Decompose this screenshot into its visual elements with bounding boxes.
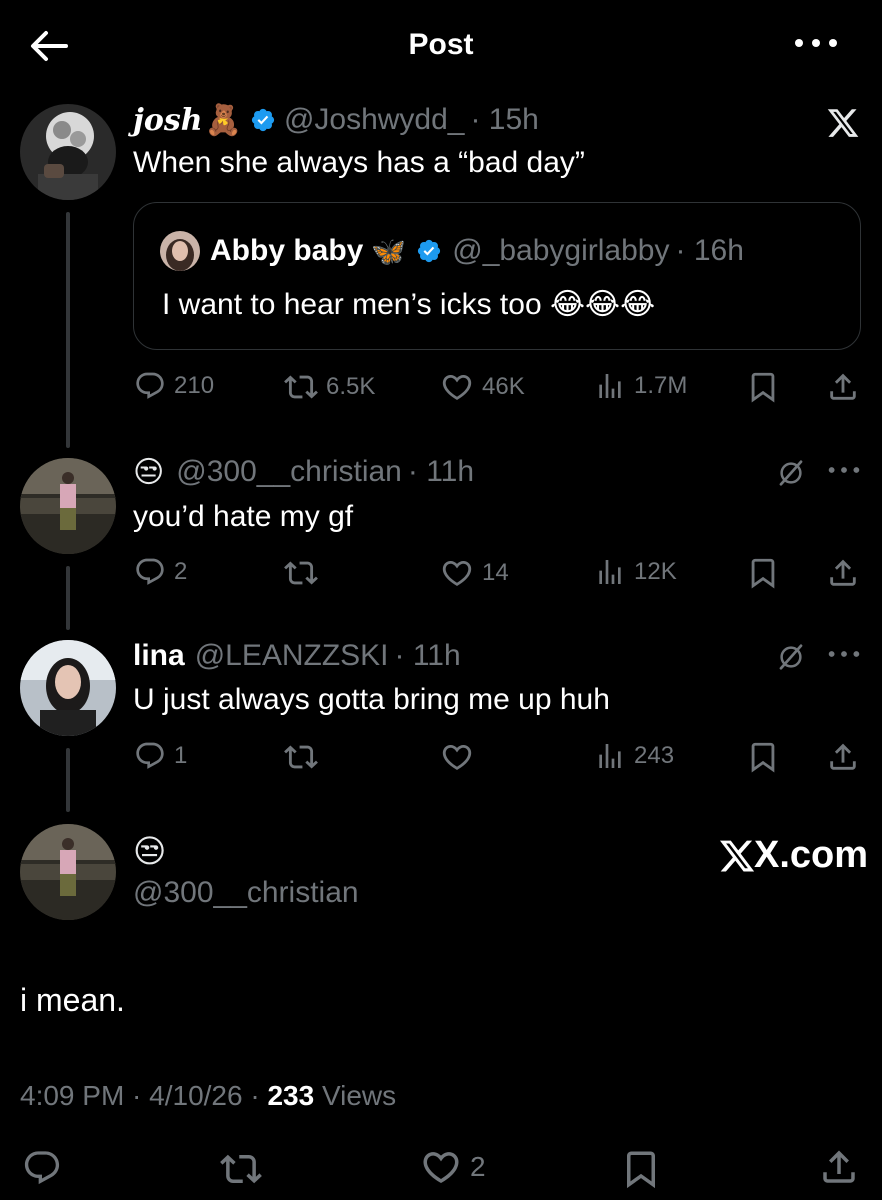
top-header: Post <box>0 0 882 90</box>
repost-icon <box>284 556 318 590</box>
views-count: 1.7M <box>634 372 688 399</box>
focused-name-emoji: 😒 <box>133 833 167 869</box>
name-emoji: 😒 <box>133 455 165 489</box>
avatar-300-christian[interactable] <box>20 824 116 920</box>
thread-connector <box>66 212 70 448</box>
focused-text: i mean. <box>20 982 125 1018</box>
reply-button[interactable]: 1 <box>134 740 187 772</box>
views-number: 233 <box>267 1080 315 1111</box>
bookmark-icon[interactable] <box>620 1148 662 1190</box>
quote-header: Abby baby 🦋 @_babygirlabby · 16h <box>210 231 744 271</box>
quote-avatar[interactable] <box>160 231 200 271</box>
reply-count: 1 <box>174 742 188 769</box>
views-icon <box>594 370 626 402</box>
bookmark-icon[interactable] <box>746 370 780 404</box>
avatar-lina[interactable] <box>20 640 116 736</box>
reply-count: 2 <box>174 558 188 585</box>
heart-icon <box>440 556 474 590</box>
heart-icon <box>440 370 474 404</box>
reply-icon <box>134 556 166 588</box>
like-button[interactable]: 2 <box>420 1146 486 1188</box>
quote-name-emoji: 🦋 <box>371 235 407 267</box>
repost-icon <box>284 740 318 774</box>
repost-icon[interactable] <box>220 1148 262 1190</box>
post-timestamp: 4:09 PM · 4/10/26 · <box>20 1080 260 1111</box>
quote-time: · 16h <box>675 234 744 267</box>
quoted-post[interactable]: Abby baby 🦋 @_babygirlabby · 16h I want … <box>133 202 861 350</box>
bookmark-icon[interactable] <box>746 740 780 774</box>
more-icon[interactable] <box>828 650 860 658</box>
reply1-header: 😒 @300__christian · 11h <box>133 452 474 492</box>
views-label: Views <box>321 1080 397 1111</box>
share-icon[interactable] <box>826 740 860 774</box>
views-icon <box>594 556 626 588</box>
reply-button[interactable]: 2 <box>134 556 187 588</box>
like-count: 2 <box>470 1151 486 1182</box>
author-handle[interactable]: @Joshwydd_ <box>284 103 465 137</box>
quote-author-name: Abby baby <box>210 234 364 267</box>
brand-text: X.com <box>754 834 869 876</box>
like-button[interactable]: 14 <box>440 556 509 590</box>
reply2-time: · 11h <box>394 639 461 672</box>
reply1-text: you’d hate my gf <box>133 500 354 533</box>
views-icon <box>594 740 626 772</box>
repost-icon <box>284 370 318 404</box>
grok-icon[interactable] <box>776 642 806 672</box>
avatar-300-christian[interactable] <box>20 458 116 554</box>
views-button[interactable]: 243 <box>594 740 674 772</box>
thread-connector <box>66 566 70 630</box>
reply2-handle[interactable]: @LEANZZSKI <box>195 639 389 673</box>
share-icon[interactable] <box>826 556 860 590</box>
reply2-text: U just always gotta bring me up huh <box>133 683 610 716</box>
views-button[interactable]: 1.7M <box>594 370 687 402</box>
reply-icon[interactable] <box>22 1148 62 1188</box>
like-count: 46K <box>482 373 525 400</box>
verified-badge-icon <box>416 238 442 264</box>
page-title: Post <box>408 28 474 61</box>
bookmark-icon[interactable] <box>746 556 780 590</box>
views-button[interactable]: 12K <box>594 556 677 588</box>
post-header: josh 🧸 @Joshwydd_ · 15h <box>133 100 539 140</box>
reply2-header: lina @LEANZZSKI · 11h <box>133 636 461 676</box>
views-count: 243 <box>634 742 675 769</box>
repost-button[interactable] <box>284 556 318 590</box>
repost-button[interactable]: 6.5K <box>284 370 375 404</box>
focused-handle[interactable]: @300__christian <box>133 876 359 910</box>
x-logo-icon[interactable] <box>826 106 860 140</box>
repost-count: 6.5K <box>326 373 376 400</box>
reply2-name[interactable]: lina <box>133 639 185 673</box>
post-meta: 4:09 PM · 4/10/26 · 233 Views <box>20 1080 396 1112</box>
share-icon[interactable] <box>818 1146 860 1188</box>
author-name[interactable]: josh <box>133 103 203 138</box>
more-icon[interactable] <box>828 466 860 474</box>
reply-icon <box>134 370 166 402</box>
post-time: · 15h <box>470 103 539 136</box>
views-count: 12K <box>634 558 677 585</box>
grok-icon[interactable] <box>776 458 806 488</box>
verified-badge-icon <box>250 107 276 133</box>
name-emoji: 🧸 <box>204 103 242 137</box>
repost-button[interactable] <box>284 740 318 774</box>
like-button[interactable] <box>440 740 474 774</box>
reply-button[interactable]: 210 <box>134 370 214 402</box>
heart-icon <box>420 1146 462 1188</box>
like-button[interactable]: 46K <box>440 370 525 404</box>
x-logo-icon <box>718 837 756 875</box>
x-com-brand[interactable]: X.com <box>718 834 868 877</box>
post-text: When she always has a “bad day” <box>133 146 585 179</box>
reply1-handle[interactable]: @300__christian <box>176 455 402 489</box>
quote-author-handle: @_babygirlabby <box>452 234 670 267</box>
heart-icon <box>440 740 474 774</box>
thread-connector <box>66 748 70 812</box>
reply-count: 210 <box>174 372 215 399</box>
quote-text: I want to hear men’s icks too 😂😂😂 <box>162 288 656 321</box>
share-icon[interactable] <box>826 370 860 404</box>
avatar-josh[interactable] <box>20 104 116 200</box>
more-icon[interactable] <box>794 38 838 56</box>
reply-icon <box>134 740 166 772</box>
like-count: 14 <box>482 559 509 586</box>
reply1-time: · 11h <box>407 455 475 488</box>
